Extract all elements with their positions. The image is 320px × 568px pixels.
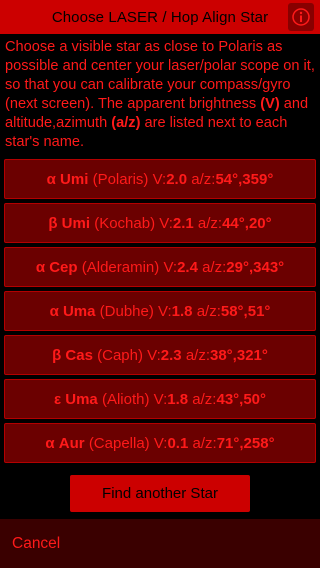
star-symbol: β Umi (48, 214, 91, 232)
star-button-caph[interactable]: β Cas (Caph) V: 2.3 a/z: 38°,321° (4, 335, 316, 375)
bottom-bar: Cancel (0, 519, 320, 568)
star-altaz: 54°,359° (215, 170, 274, 188)
az-label: a/z: (185, 346, 210, 364)
star-button-polaris[interactable]: α Umi (Polaris) V: 2.0 a/z: 54°,359° (4, 159, 316, 199)
star-magnitude: 0.1 (167, 434, 189, 452)
star-name: (Dubhe) (99, 302, 154, 320)
star-altaz: 58°,51° (220, 302, 271, 320)
star-button-alioth[interactable]: ε Uma (Alioth) V: 1.8 a/z: 43°,50° (4, 379, 316, 419)
star-name: (Alioth) (101, 390, 150, 408)
v-label: (V) (260, 96, 280, 112)
star-name: (Caph) (97, 346, 143, 364)
star-button-capella[interactable]: α Aur (Capella) V: 0.1 a/z: 71°,258° (4, 423, 316, 463)
star-magnitude: 1.8 (167, 390, 189, 408)
star-symbol: α Uma (49, 302, 96, 320)
star-altaz: 44°,20° (222, 214, 272, 232)
star-symbol: α Cep (35, 258, 78, 276)
star-magnitude: 1.8 (171, 302, 193, 320)
star-magnitude: 2.0 (166, 170, 188, 188)
v-label: V: (163, 258, 178, 276)
v-label: V: (153, 390, 168, 408)
az-label: (a/z) (111, 115, 141, 131)
find-another-star-button[interactable]: Find another Star (70, 475, 250, 512)
page-title: Choose LASER / Hop Align Star (51, 8, 269, 26)
cancel-button[interactable]: Cancel (12, 535, 60, 553)
v-label: V: (152, 170, 167, 188)
info-button[interactable] (288, 3, 314, 31)
star-name: (Kochab) (94, 214, 156, 232)
star-magnitude: 2.3 (160, 346, 182, 364)
header-bar: Choose LASER / Hop Align Star (0, 0, 320, 34)
v-label: V: (158, 302, 172, 320)
star-magnitude: 2.4 (177, 258, 198, 276)
star-altaz: 38°,321° (210, 346, 268, 364)
v-label: V: (153, 434, 168, 452)
star-name: (Alderamin) (81, 258, 160, 276)
v-label: V: (147, 346, 161, 364)
star-altaz: 71°,258° (216, 434, 275, 452)
star-button-dubhe[interactable]: α Uma (Dubhe) V: 1.8 a/z: 58°,51° (4, 291, 316, 331)
az-label: a/z: (196, 302, 221, 320)
star-altaz: 43°,50° (216, 390, 267, 408)
az-label: a/z: (192, 434, 217, 452)
star-symbol: α Aur (45, 434, 85, 452)
star-symbol: β Cas (52, 346, 93, 364)
star-symbol: ε Uma (53, 390, 98, 408)
star-name: (Capella) (88, 434, 150, 452)
star-name: (Polaris) (92, 170, 149, 188)
instructions-text: Choose a visible star as close to Polari… (5, 38, 317, 152)
az-label: a/z: (197, 214, 223, 232)
star-altaz: 29°,343° (226, 258, 285, 276)
star-magnitude: 2.1 (172, 214, 194, 232)
v-label: V: (159, 214, 173, 232)
az-label: a/z: (192, 390, 217, 408)
az-label: a/z: (191, 170, 216, 188)
info-icon (292, 8, 310, 26)
az-label: a/z: (202, 258, 227, 276)
star-button-alderamin[interactable]: α Cep (Alderamin) V: 2.4 a/z: 29°,343° (4, 247, 316, 287)
star-button-kochab[interactable]: β Umi (Kochab) V: 2.1 a/z: 44°,20° (4, 203, 316, 243)
star-list: α Umi (Polaris) V: 2.0 a/z: 54°,359° β Umi… (4, 159, 316, 467)
star-symbol: α Umi (46, 170, 89, 188)
